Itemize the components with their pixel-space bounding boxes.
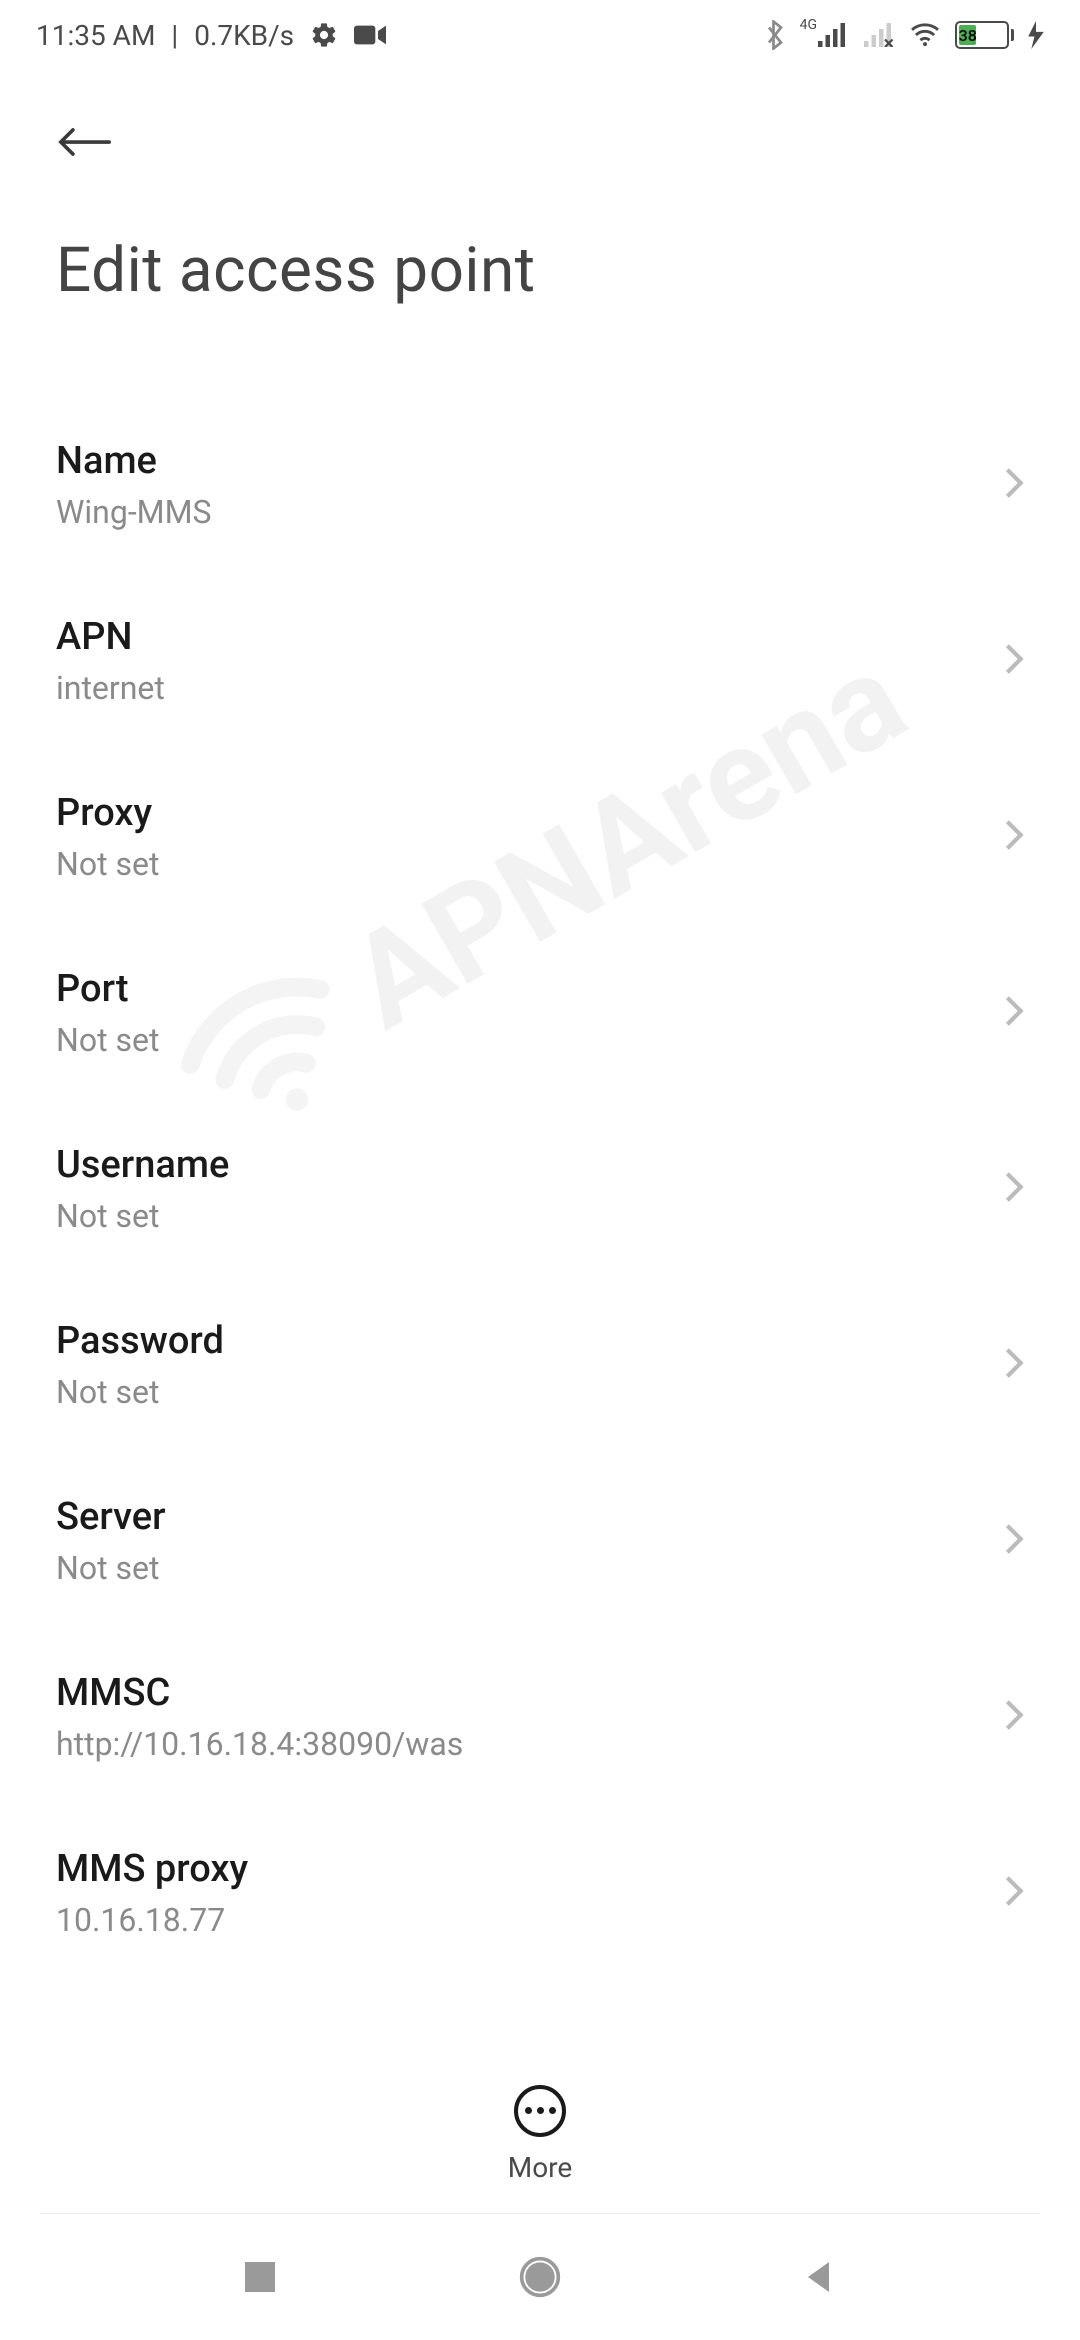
setting-value: Not set <box>56 845 159 883</box>
setting-value: 10.16.18.77 <box>56 1901 248 1939</box>
setting-password[interactable]: Password Not set <box>56 1277 1024 1453</box>
nav-home-button[interactable] <box>510 2247 570 2307</box>
setting-label: MMSC <box>56 1671 463 1715</box>
status-separator: | <box>171 19 178 52</box>
status-right: 4G 38 <box>764 20 1044 50</box>
chevron-right-icon <box>1004 1522 1024 1560</box>
nav-recents-button[interactable] <box>230 2247 290 2307</box>
setting-label: Name <box>56 439 212 483</box>
chevron-right-icon <box>1004 1170 1024 1208</box>
battery-icon: 38 <box>955 21 1014 49</box>
chevron-right-icon <box>1004 1874 1024 1912</box>
setting-value: Not set <box>56 1549 166 1587</box>
setting-label: APN <box>56 615 165 659</box>
setting-label: Server <box>56 1495 166 1539</box>
setting-mmsc[interactable]: MMSC http://10.16.18.4:38090/was <box>56 1629 1024 1805</box>
bluetooth-icon <box>764 20 786 50</box>
setting-value: internet <box>56 669 165 707</box>
more-button[interactable]: More <box>508 2085 573 2184</box>
setting-value: Not set <box>56 1021 159 1059</box>
setting-apn[interactable]: APN internet <box>56 573 1024 749</box>
setting-label: Proxy <box>56 791 159 835</box>
signal-empty-icon <box>863 23 895 47</box>
more-icon <box>514 2085 566 2137</box>
more-label: More <box>508 2151 573 2184</box>
setting-proxy[interactable]: Proxy Not set <box>56 749 1024 925</box>
wifi-icon <box>909 22 941 48</box>
battery-percent: 38 <box>959 25 976 45</box>
setting-mms-proxy[interactable]: MMS proxy 10.16.18.77 <box>56 1805 1024 1981</box>
setting-label: Username <box>56 1143 229 1187</box>
setting-username[interactable]: Username Not set <box>56 1101 1024 1277</box>
setting-name[interactable]: Name Wing-MMS <box>56 397 1024 573</box>
arrow-left-icon <box>56 122 114 162</box>
chevron-right-icon <box>1004 818 1024 856</box>
nav-back-button[interactable] <box>790 2247 850 2307</box>
setting-value: http://10.16.18.4:38090/was <box>56 1725 463 1763</box>
page-title: Edit access point <box>56 234 1024 307</box>
setting-value: Wing-MMS <box>56 493 212 531</box>
chevron-right-icon <box>1004 466 1024 504</box>
signal-4g-icon: 4G <box>800 23 849 47</box>
chevron-right-icon <box>1004 1698 1024 1736</box>
status-left: 11:35 AM | 0.7KB/s <box>36 19 386 52</box>
setting-label: MMS proxy <box>56 1847 248 1891</box>
setting-port[interactable]: Port Not set <box>56 925 1024 1101</box>
status-data-speed: 0.7KB/s <box>194 19 294 52</box>
navigation-bar <box>0 2214 1080 2340</box>
setting-label: Port <box>56 967 159 1011</box>
setting-label: Password <box>56 1319 224 1363</box>
status-bar: 11:35 AM | 0.7KB/s 4G 38 <box>0 0 1080 70</box>
square-icon <box>242 2259 278 2295</box>
chevron-right-icon <box>1004 1346 1024 1384</box>
action-bar: More <box>0 2054 1080 2214</box>
triangle-left-icon <box>802 2259 838 2295</box>
chevron-right-icon <box>1004 642 1024 680</box>
back-button[interactable] <box>56 110 120 174</box>
camera-icon <box>354 23 386 47</box>
gear-icon <box>310 21 338 49</box>
chevron-right-icon <box>1004 994 1024 1032</box>
circle-icon <box>518 2255 562 2299</box>
charging-icon <box>1028 21 1044 49</box>
settings-list: Name Wing-MMS APN internet Proxy Not set… <box>0 307 1080 1981</box>
setting-value: Not set <box>56 1197 229 1235</box>
setting-value: Not set <box>56 1373 224 1411</box>
setting-server[interactable]: Server Not set <box>56 1453 1024 1629</box>
status-time: 11:35 AM <box>36 19 155 52</box>
